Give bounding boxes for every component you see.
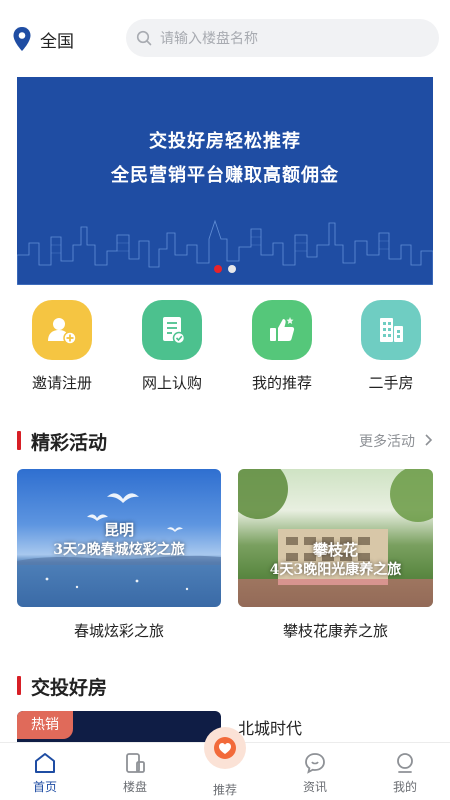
location-selector[interactable]: 全国 — [12, 24, 74, 54]
activity-image: 攀枝花 4天3晚阳光康养之旅 — [238, 469, 433, 607]
search-input[interactable]: 请输入楼盘名称 — [126, 19, 439, 57]
section-accent-bar — [17, 431, 21, 450]
building-icon — [361, 300, 421, 360]
activities-section-header: 精彩活动 更多活动 — [17, 428, 433, 454]
activity-image-subtitle: 4天3晚阳光康养之旅 — [269, 562, 402, 578]
activity-image-subtitle: 3天2晚春城炫彩之旅 — [53, 542, 185, 558]
tab-label: 首页 — [32, 780, 57, 794]
banner-pagination — [17, 265, 433, 273]
activity-card-kunming[interactable]: 昆明 3天2晚春城炫彩之旅 春城炫彩之旅 — [17, 469, 221, 641]
quick-entry-label: 二手房 — [368, 374, 414, 392]
chevron-right-icon[interactable] — [423, 434, 433, 446]
more-activities-link[interactable]: 更多活动 — [359, 431, 415, 451]
section-accent-bar — [17, 676, 21, 695]
tab-label: 楼盘 — [122, 780, 147, 794]
location-pin-icon — [13, 27, 31, 51]
tab-label: 我的 — [392, 780, 417, 794]
activity-label: 攀枝花康养之旅 — [282, 622, 388, 640]
heart-icon — [214, 737, 236, 759]
search-placeholder: 请输入楼盘名称 — [160, 31, 258, 47]
thumbs-up-icon — [252, 300, 312, 360]
quick-entry-label: 邀请注册 — [31, 374, 92, 392]
quick-entry-my-recommend[interactable]: 我的推荐 — [227, 300, 337, 393]
promo-banner[interactable]: 交投好房轻松推荐 全民营销平台赚取高额佣金 — [17, 77, 433, 285]
tab-properties[interactable]: 楼盘 — [90, 743, 180, 800]
section-title: 交投好房 — [31, 677, 108, 699]
activity-image-title: 昆明 — [103, 521, 134, 539]
property-name[interactable]: 北城时代 — [238, 715, 302, 739]
properties-section-header: 交投好房 — [17, 673, 433, 699]
quick-entry-label: 我的推荐 — [251, 374, 312, 392]
invite-user-icon — [32, 300, 92, 360]
tab-home[interactable]: 首页 — [0, 743, 90, 800]
activity-card-panzhihua[interactable]: 攀枝花 4天3晚阳光康养之旅 攀枝花康养之旅 — [238, 469, 433, 641]
city-skyline-illustration — [17, 219, 433, 285]
pagination-dot[interactable] — [228, 265, 236, 273]
home-icon — [35, 753, 55, 773]
activity-image-title: 攀枝花 — [312, 541, 358, 559]
location-label: 全国 — [40, 31, 74, 52]
building-tab-icon — [126, 753, 145, 773]
section-title: 精彩活动 — [31, 432, 108, 454]
user-icon — [397, 753, 413, 773]
activity-label: 春城炫彩之旅 — [73, 622, 164, 640]
search-icon — [136, 30, 152, 46]
quick-entry-label: 网上认购 — [141, 374, 202, 392]
banner-headline: 交投好房轻松推荐 — [149, 131, 301, 152]
header: 全国 请输入楼盘名称 — [0, 0, 450, 76]
hot-sale-badge: 热销 — [17, 711, 73, 739]
tab-recommend[interactable] — [204, 727, 246, 769]
quick-entry-invite[interactable]: 邀请注册 — [7, 300, 117, 393]
quick-entry-second-hand[interactable]: 二手房 — [336, 300, 446, 393]
tab-mine[interactable]: 我的 — [360, 743, 450, 800]
document-check-icon — [142, 300, 202, 360]
tab-label: 推荐 — [212, 783, 237, 797]
building-garden-illustration — [238, 469, 433, 607]
tab-label: 资讯 — [302, 780, 327, 794]
chat-bubble-icon — [305, 753, 325, 774]
banner-subheadline: 全民营销平台赚取高额佣金 — [111, 165, 339, 186]
pagination-dot-active[interactable] — [214, 265, 222, 273]
quick-entry-grid: 邀请注册 网上认购 我的推荐 二手房 — [0, 300, 450, 400]
activity-image: 昆明 3天2晚春城炫彩之旅 — [17, 469, 221, 607]
tab-news[interactable]: 资讯 — [270, 743, 360, 800]
quick-entry-subscribe[interactable]: 网上认购 — [117, 300, 227, 393]
